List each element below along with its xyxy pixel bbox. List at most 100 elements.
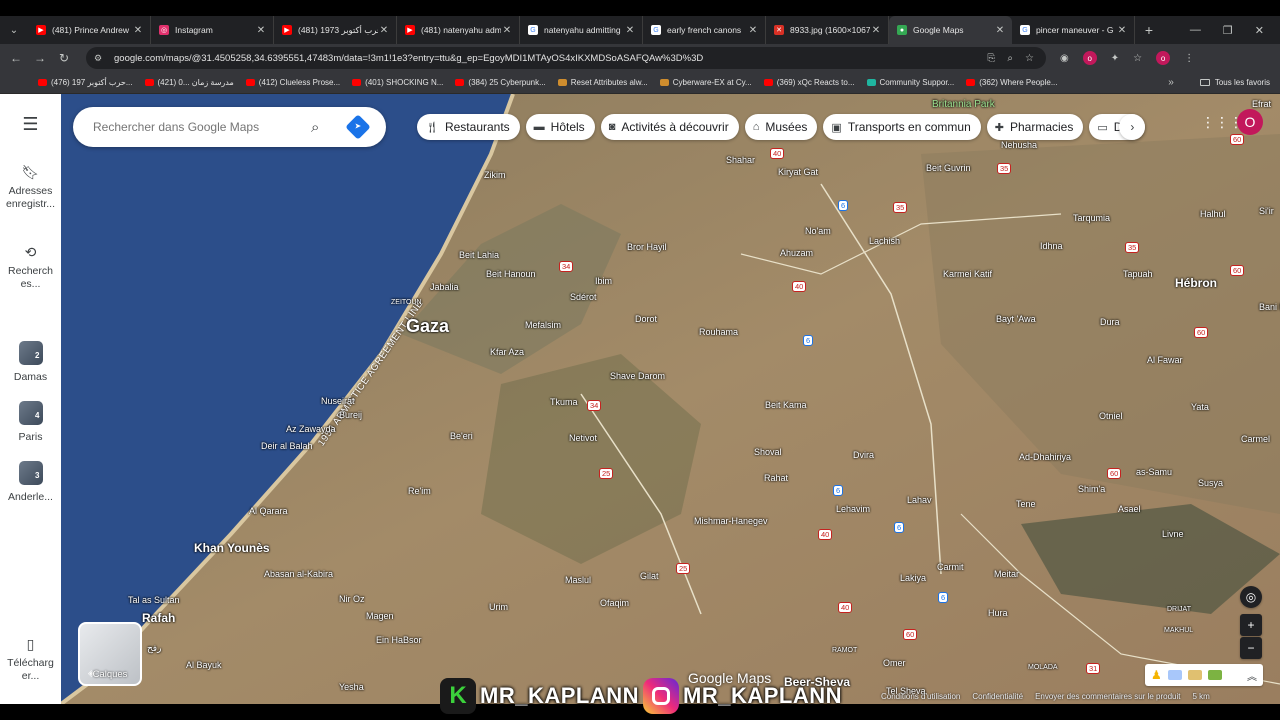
map-label[interactable]: Karmei Katif: [943, 269, 992, 279]
layer-thumb[interactable]: [1167, 670, 1182, 680]
map-label[interactable]: Nehusha: [1001, 140, 1037, 150]
terms-link[interactable]: Conditions d'utilisation: [881, 692, 960, 704]
tab-search-icon[interactable]: ⌄: [0, 16, 28, 44]
directions-icon[interactable]: ➤: [345, 114, 371, 140]
close-window-icon[interactable]: ✕: [1255, 24, 1264, 37]
bookmark-item[interactable]: (412) Clueless Prose...: [245, 78, 340, 87]
url-field[interactable]: ⚙ google.com/maps/@31.4505258,34.6395551…: [86, 47, 1046, 69]
tab-1[interactable]: ◎ Instagram ✕: [151, 16, 274, 44]
map-label[interactable]: Mefalsim: [525, 320, 561, 330]
map-label[interactable]: Magen: [366, 611, 394, 621]
map-label[interactable]: Mishmar-Hanegev: [694, 516, 768, 526]
bookmark-manager-icon[interactable]: ☆: [1133, 53, 1142, 64]
map-label[interactable]: Rahat: [764, 473, 788, 483]
map-label[interactable]: Lehavim: [836, 504, 870, 514]
recent-place-damas[interactable]: 2 Damas: [0, 341, 61, 384]
map-label[interactable]: Beit Guvrin: [926, 163, 971, 173]
menu-icon[interactable]: ☰: [0, 115, 61, 133]
map-label[interactable]: Urim: [489, 602, 508, 612]
map-label[interactable]: DRIJAT: [1167, 606, 1191, 613]
map-label[interactable]: Ahuzam: [780, 248, 813, 258]
map-label[interactable]: Beit Lahia: [459, 250, 499, 260]
chip-activities[interactable]: ◙ Activités à découvrir: [600, 114, 739, 140]
map-label[interactable]: Hura: [988, 608, 1008, 618]
tab-3[interactable]: ▶ (481) natenyahu adm ✕: [397, 16, 520, 44]
chip-hotels[interactable]: ▬ Hôtels: [525, 114, 595, 140]
bookmark-item[interactable]: (401) SHOCKING N...: [352, 78, 443, 87]
layer-thumb[interactable]: [1207, 670, 1222, 680]
satellite-map[interactable]: 1950 ARMISTICE AGREEMENT LINE Gaza Zikim…: [61, 94, 1280, 704]
map-label[interactable]: Lachish: [869, 236, 900, 246]
zoom-in-icon[interactable]: +: [1240, 614, 1262, 636]
map-label[interactable]: Livne: [1162, 529, 1184, 539]
zoom-icon[interactable]: ⌕: [1007, 53, 1013, 64]
avatar[interactable]: O: [1237, 109, 1263, 135]
chip-museums[interactable]: ⌂ Musées: [744, 114, 818, 140]
map-label[interactable]: Nir Oz: [339, 594, 365, 604]
map-label[interactable]: Ein HaBsor: [376, 635, 422, 645]
map-label[interactable]: Yata: [1191, 402, 1209, 412]
layer-thumb[interactable]: [1187, 670, 1202, 680]
map-label[interactable]: Re'im: [408, 486, 431, 496]
map-label[interactable]: Efrat: [1252, 99, 1271, 109]
search-input[interactable]: [93, 120, 303, 134]
search-icon[interactable]: ⌕: [311, 119, 331, 136]
map-label[interactable]: Tkuma: [550, 397, 578, 407]
close-icon[interactable]: ✕: [501, 25, 513, 36]
extension-icon[interactable]: ◉: [1060, 53, 1069, 64]
restore-icon[interactable]: ❐: [1223, 24, 1233, 37]
map-label[interactable]: ZEITOUN: [391, 299, 422, 306]
map-label[interactable]: Khan Younès: [194, 541, 270, 555]
map-label[interactable]: Rafah: [142, 611, 175, 625]
back-icon[interactable]: ←: [4, 51, 28, 65]
map-label[interactable]: Carmel: [1241, 434, 1270, 444]
more-bookmarks-icon[interactable]: »: [1168, 77, 1174, 88]
tab-0[interactable]: ▶ (481) Prince Andrew ✕: [28, 16, 151, 44]
pegman-icon[interactable]: ♟: [1151, 668, 1162, 682]
map-label[interactable]: Al Qarara: [249, 506, 288, 516]
chip-transit[interactable]: ▣ Transports en commun: [823, 114, 981, 140]
map-label[interactable]: Beit Hanoun: [486, 269, 536, 279]
map-label[interactable]: رفح: [147, 643, 161, 654]
tab-5[interactable]: Gearly french canons ✕: [643, 16, 766, 44]
kebab-menu-icon[interactable]: ⋮: [1184, 53, 1194, 64]
map-label[interactable]: Az Zawayda: [286, 424, 336, 434]
map-label[interactable]: Lakiya: [900, 573, 926, 583]
close-icon[interactable]: ✕: [994, 25, 1006, 36]
map-label[interactable]: Bani N: [1259, 302, 1280, 312]
close-icon[interactable]: ✕: [378, 25, 390, 36]
chip-restaurants[interactable]: 🍴︎ Restaurants: [417, 114, 520, 140]
map-label[interactable]: Sdérot: [570, 292, 597, 302]
map-label[interactable]: Halhul: [1200, 209, 1226, 219]
reload-icon[interactable]: ↻: [52, 51, 76, 65]
map-label[interactable]: Otniel: [1099, 411, 1123, 421]
map-label[interactable]: Tapuah: [1123, 269, 1153, 279]
map-label[interactable]: Dura: [1100, 317, 1120, 327]
map-label[interactable]: Al Fawar: [1147, 355, 1183, 365]
close-icon[interactable]: ✕: [255, 25, 267, 36]
map-label[interactable]: Yesha: [339, 682, 364, 692]
close-icon[interactable]: ✕: [132, 25, 144, 36]
map-label[interactable]: Asael: [1118, 504, 1141, 514]
site-info-icon[interactable]: ⚙: [94, 53, 108, 64]
map-label[interactable]: Netivot: [569, 433, 597, 443]
tab-8[interactable]: Gpincer maneuver - G ✕: [1012, 16, 1135, 44]
forward-icon[interactable]: →: [28, 51, 52, 65]
all-bookmarks[interactable]: Tous les favoris: [1199, 78, 1280, 87]
close-icon[interactable]: ✕: [1116, 25, 1128, 36]
map-label[interactable]: Bayt 'Awa: [996, 314, 1036, 324]
bookmark-item[interactable]: (369) xQc Reacts to...: [763, 78, 855, 87]
layers-button[interactable]: ◈ Calques: [78, 622, 142, 686]
map-label[interactable]: MAKHUL: [1164, 627, 1193, 634]
minimize-icon[interactable]: —: [1190, 24, 1201, 37]
map-label[interactable]: Bureij: [339, 410, 362, 420]
recent-place-anderle[interactable]: 3 Anderle...: [0, 461, 61, 504]
bookmark-item[interactable]: (384) 25 Cyberpunk...: [455, 78, 546, 87]
tab-4[interactable]: Gnatenyahu admitting ✕: [520, 16, 643, 44]
profile-icon[interactable]: o: [1156, 51, 1171, 65]
map-label[interactable]: as-Samu: [1136, 467, 1172, 477]
bookmark-item[interactable]: (362) Where People...: [966, 78, 1057, 87]
map-label[interactable]: Tarqumia: [1073, 213, 1110, 223]
close-icon[interactable]: ✕: [747, 25, 759, 36]
install-icon[interactable]: ⎘: [987, 53, 995, 64]
